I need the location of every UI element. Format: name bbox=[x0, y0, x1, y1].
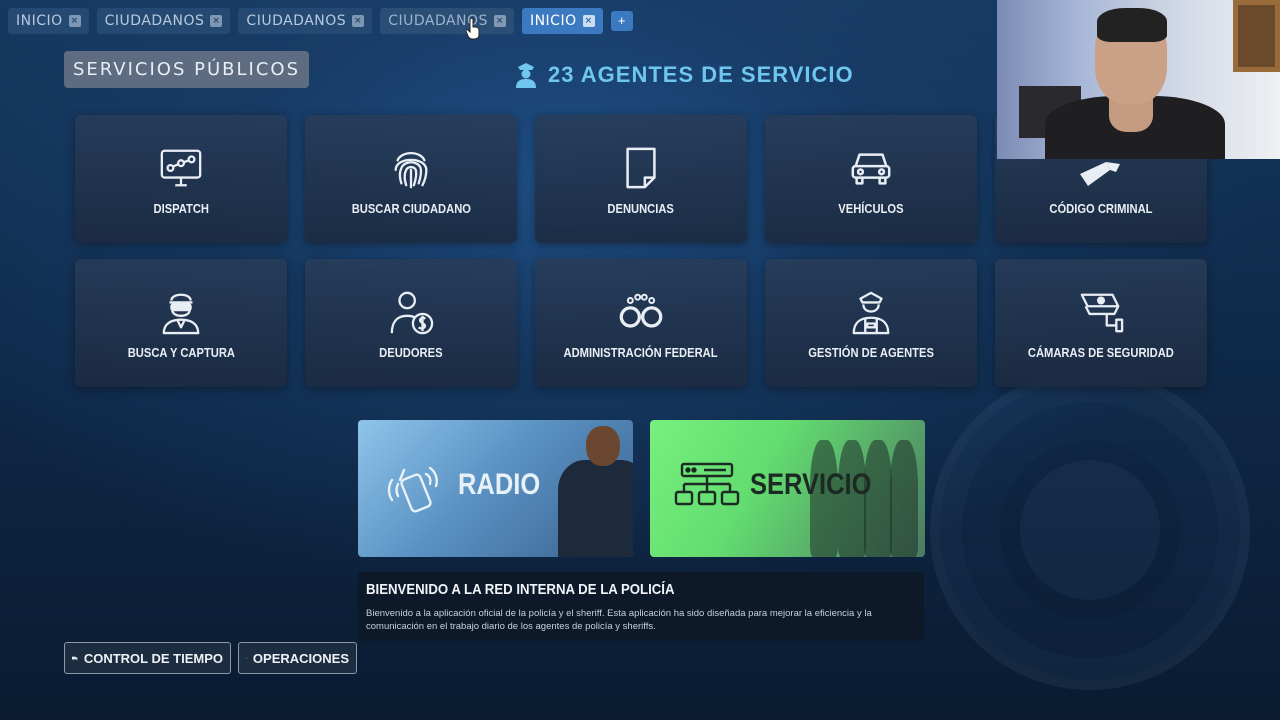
tab-inicio-1[interactable]: INICIO × bbox=[8, 8, 89, 34]
car-icon bbox=[851, 153, 891, 185]
tile-wanted[interactable]: BUSCA Y CAPTURA bbox=[75, 259, 287, 387]
tab-ciudadanos-3[interactable]: CIUDADANOS × bbox=[380, 8, 514, 34]
public-services-button[interactable]: SERVICIOS PÚBLICOS bbox=[64, 51, 309, 88]
walkie-talkie-icon bbox=[387, 466, 438, 513]
monitor-route-icon bbox=[160, 149, 202, 187]
officer-torso bbox=[558, 460, 633, 557]
add-tab-button[interactable]: + bbox=[610, 11, 633, 31]
operations-icon bbox=[246, 657, 247, 659]
fingerprint-icon bbox=[394, 152, 428, 189]
network-icon bbox=[674, 462, 740, 506]
welcome-text: Bienvenido a la aplicación oficial de la… bbox=[366, 608, 872, 632]
tab-label: INICIO bbox=[529, 13, 577, 29]
agents-on-duty-text: 23 AGENTES DE SERVICIO bbox=[548, 62, 854, 87]
truck-clock-icon bbox=[72, 656, 78, 661]
time-control-label: CONTROL DE TIEMPO bbox=[83, 650, 223, 666]
officer-head bbox=[586, 426, 620, 466]
tile-label: CÁMARAS DE SEGURIDAD bbox=[1028, 345, 1174, 360]
tab-label: CIUDADANOS bbox=[246, 13, 347, 29]
tile-search-citizen[interactable]: BUSCAR CIUDADANO bbox=[305, 115, 517, 243]
gavel-icon bbox=[1080, 162, 1120, 186]
handcuffs-icon bbox=[619, 293, 663, 328]
tile-label: VEHÍCULOS bbox=[838, 201, 904, 216]
close-icon[interactable]: × bbox=[493, 15, 506, 27]
tile-agent-management[interactable]: GESTIÓN DE AGENTES bbox=[765, 259, 977, 387]
tab-label: INICIO bbox=[16, 13, 63, 29]
operations-label: OPERACIONES bbox=[252, 650, 349, 666]
seal-eagle-emblem bbox=[1020, 460, 1160, 600]
tile-label: DENUNCIAS bbox=[607, 201, 675, 216]
tile-label: BUSCAR CIUDADANO bbox=[351, 201, 471, 216]
tab-ciudadanos-1[interactable]: CIUDADANOS × bbox=[96, 8, 231, 34]
welcome-panel: BIENVENIDO A LA RED INTERNA DE LA POLICÍ… bbox=[358, 572, 924, 641]
tab-inicio-active[interactable]: INICIO × bbox=[521, 8, 603, 34]
tab-ciudadanos-2[interactable]: CIUDADANOS × bbox=[238, 8, 373, 34]
tile-security-cameras[interactable]: CÁMARAS DE SEGURIDAD bbox=[995, 259, 1207, 387]
tile-debtors[interactable]: DEUDORES bbox=[305, 259, 517, 387]
police-officer-icon bbox=[852, 291, 890, 335]
radio-card[interactable]: RADIO bbox=[358, 420, 633, 557]
tile-label: DISPATCH bbox=[153, 201, 209, 216]
police-officer-icon bbox=[516, 63, 536, 88]
tab-label: CIUDADANOS bbox=[104, 13, 205, 29]
tile-complaints[interactable]: DENUNCIAS bbox=[535, 115, 747, 243]
service-card[interactable]: SERVICIO bbox=[650, 420, 925, 557]
operations-button[interactable]: OPERACIONES bbox=[238, 642, 357, 674]
swat-figure bbox=[890, 440, 918, 557]
tile-label: CÓDIGO CRIMINAL bbox=[1049, 201, 1153, 216]
tile-label: BUSCA Y CAPTURA bbox=[127, 345, 235, 360]
agents-on-duty-header: 23 AGENTES DE SERVICIO bbox=[514, 58, 854, 92]
officer-photo bbox=[528, 420, 633, 557]
person-dollar-icon bbox=[390, 291, 434, 335]
close-icon[interactable]: × bbox=[582, 15, 595, 27]
tile-label: ADMINISTRACIÓN FEDERAL bbox=[563, 345, 719, 360]
time-control-button[interactable]: CONTROL DE TIEMPO bbox=[64, 642, 231, 674]
tile-vehicles[interactable]: VEHÍCULOS bbox=[765, 115, 977, 243]
document-icon bbox=[626, 147, 656, 189]
masked-thief-icon bbox=[162, 293, 200, 335]
service-card-title: SERVICIO bbox=[750, 468, 872, 501]
tab-bar: INICIO × CIUDADANOS × CIUDADANOS × CIUDA… bbox=[8, 8, 633, 34]
wall-picture-frame bbox=[1233, 0, 1280, 72]
person-hair bbox=[1097, 8, 1167, 42]
tile-label: GESTIÓN DE AGENTES bbox=[808, 345, 934, 360]
welcome-title: BIENVENIDO A LA RED INTERNA DE LA POLICÍ… bbox=[366, 581, 675, 598]
hand-cursor-icon bbox=[466, 18, 480, 40]
close-icon[interactable]: × bbox=[68, 15, 81, 27]
tile-dispatch[interactable]: DISPATCH bbox=[75, 115, 287, 243]
tile-federal-admin[interactable]: ADMINISTRACIÓN FEDERAL bbox=[535, 259, 747, 387]
department-seal-watermark bbox=[930, 370, 1250, 690]
security-camera-icon bbox=[1080, 293, 1124, 333]
radio-card-title: RADIO bbox=[458, 468, 541, 501]
tile-label: DEUDORES bbox=[379, 345, 443, 360]
webcam-overlay bbox=[997, 0, 1280, 159]
close-icon[interactable]: × bbox=[352, 15, 365, 27]
close-icon[interactable]: × bbox=[210, 15, 223, 27]
